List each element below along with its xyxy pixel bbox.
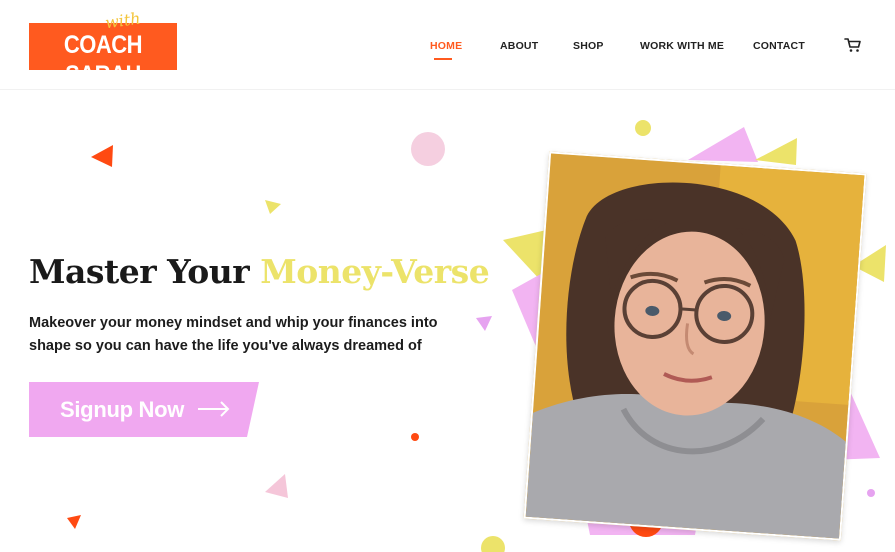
yellow-small-triangle [265, 200, 281, 214]
yellow-triangle-top-right [755, 138, 797, 165]
portrait-illustration [525, 153, 867, 541]
signup-now-label: Signup Now [60, 397, 185, 422]
signup-now-button[interactable]: Signup Now [29, 382, 259, 437]
pink-dot-right [867, 489, 875, 497]
hero-headline: Master Your Money-Verse [29, 252, 490, 291]
orange-triangle-top-left [91, 145, 113, 167]
pink-triangle-bottom [265, 474, 288, 498]
orange-small-triangle-bottom [67, 515, 81, 529]
orange-dot [411, 433, 419, 441]
hero-subtext: Makeover your money mindset and whip you… [29, 315, 438, 354]
headline-part-1: Master Your [29, 252, 250, 291]
hero-portrait-photo [523, 151, 867, 541]
pink-small-triangle [476, 316, 492, 331]
yellow-circle-bottom [481, 536, 505, 552]
arrow-right-icon [198, 401, 230, 417]
yellow-dot-top [635, 120, 651, 136]
pink-triangle-top [688, 127, 758, 162]
headline-part-2: Money-Verse [260, 252, 490, 291]
pink-circle [411, 132, 445, 166]
